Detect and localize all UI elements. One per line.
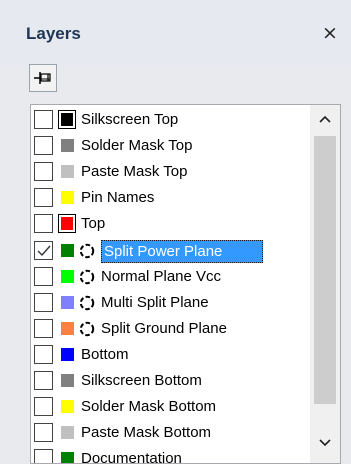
scroll-up-button[interactable]	[310, 105, 340, 135]
chevron-up-icon	[319, 115, 331, 123]
pin-icon	[34, 72, 51, 84]
layer-label: Solder Mask Top	[81, 137, 193, 155]
layer-label: Pin Names	[81, 189, 155, 207]
layer-row[interactable]: Silkscreen Bottom	[31, 368, 311, 394]
layer-color-swatch[interactable]	[61, 243, 74, 257]
layer-label: Normal Plane Vcc	[101, 267, 222, 285]
layer-color-swatch[interactable]	[61, 295, 74, 309]
layer-label: Documentation	[81, 450, 182, 464]
layer-label: Silkscreen Top	[81, 111, 179, 128]
layer-label: Top	[81, 215, 106, 233]
layer-color-swatch[interactable]	[61, 400, 74, 414]
layer-visibility-checkbox[interactable]	[34, 266, 53, 286]
layer-visibility-checkbox[interactable]	[34, 240, 53, 260]
layer-label: Paste Mask Bottom	[81, 424, 212, 442]
layer-row[interactable]: Paste Mask Bottom	[31, 420, 311, 446]
plane-icon	[79, 269, 95, 284]
layer-visibility-checkbox[interactable]	[34, 371, 53, 390]
layer-row[interactable]: Split Power Plane	[31, 238, 311, 264]
scroll-down-button[interactable]	[310, 435, 340, 463]
panel-header: Layers ×	[0, 0, 351, 66]
layer-visibility-checkbox[interactable]	[34, 292, 53, 312]
layer-visibility-checkbox[interactable]	[34, 423, 53, 443]
chevron-down-icon	[319, 439, 331, 447]
layers-panel: Layers × Silkscreen Top Solder Mask Top …	[0, 0, 351, 464]
layer-color-swatch[interactable]	[61, 165, 74, 179]
layer-label: Silkscreen Bottom	[81, 372, 202, 389]
layer-visibility-checkbox[interactable]	[34, 162, 53, 182]
layer-label: Split Ground Plane	[101, 319, 227, 337]
vertical-scrollbar[interactable]	[310, 105, 340, 463]
layer-label: Multi Split Plane	[101, 293, 209, 311]
panel-title: Layers	[26, 24, 81, 43]
layer-color-swatch[interactable]	[58, 214, 76, 234]
layer-row[interactable]: Silkscreen Top	[31, 107, 311, 133]
layer-label: Paste Mask Top	[81, 163, 188, 181]
layer-visibility-checkbox[interactable]	[34, 214, 53, 234]
layer-row[interactable]: Top	[31, 211, 311, 237]
layer-color-swatch[interactable]	[58, 110, 76, 129]
scrollbar-thumb[interactable]	[314, 136, 336, 404]
layer-color-swatch[interactable]	[61, 321, 74, 335]
layer-label: Solder Mask Bottom	[81, 398, 217, 416]
plane-icon	[79, 321, 95, 336]
layer-visibility-checkbox[interactable]	[34, 344, 53, 364]
plane-icon	[79, 295, 95, 310]
plane-icon	[79, 243, 95, 258]
layer-row[interactable]: Split Ground Plane	[31, 316, 311, 342]
layer-color-swatch[interactable]	[61, 269, 74, 283]
layer-row[interactable]: Pin Names	[31, 185, 311, 211]
layer-color-swatch[interactable]	[61, 452, 74, 463]
layer-color-swatch[interactable]	[61, 139, 74, 153]
layer-visibility-checkbox[interactable]	[34, 318, 53, 338]
layer-row[interactable]: Solder Mask Top	[31, 133, 311, 159]
layer-label: Bottom	[81, 345, 129, 363]
layer-visibility-checkbox[interactable]	[34, 188, 53, 208]
layer-visibility-checkbox[interactable]	[34, 397, 53, 417]
layer-visibility-checkbox[interactable]	[34, 110, 53, 129]
close-icon[interactable]: ×	[319, 22, 341, 44]
checkmark-icon	[37, 245, 51, 256]
layer-color-swatch[interactable]	[61, 426, 74, 440]
layer-row[interactable]: Normal Plane Vcc	[31, 264, 311, 290]
layer-label: Split Power Plane	[101, 239, 264, 263]
layer-color-swatch[interactable]	[61, 374, 74, 387]
layer-list[interactable]: Silkscreen Top Solder Mask Top Paste Mask …	[30, 104, 341, 464]
layer-row[interactable]: Documentation	[31, 446, 311, 464]
layer-color-swatch[interactable]	[61, 347, 74, 361]
layer-row[interactable]: Paste Mask Top	[31, 159, 311, 185]
pin-button[interactable]	[29, 64, 57, 92]
layer-row[interactable]: Solder Mask Bottom	[31, 394, 311, 420]
layer-visibility-checkbox[interactable]	[34, 136, 53, 156]
layer-color-swatch[interactable]	[61, 191, 74, 205]
layer-row[interactable]: Bottom	[31, 342, 311, 368]
layer-row[interactable]: Multi Split Plane	[31, 290, 311, 316]
